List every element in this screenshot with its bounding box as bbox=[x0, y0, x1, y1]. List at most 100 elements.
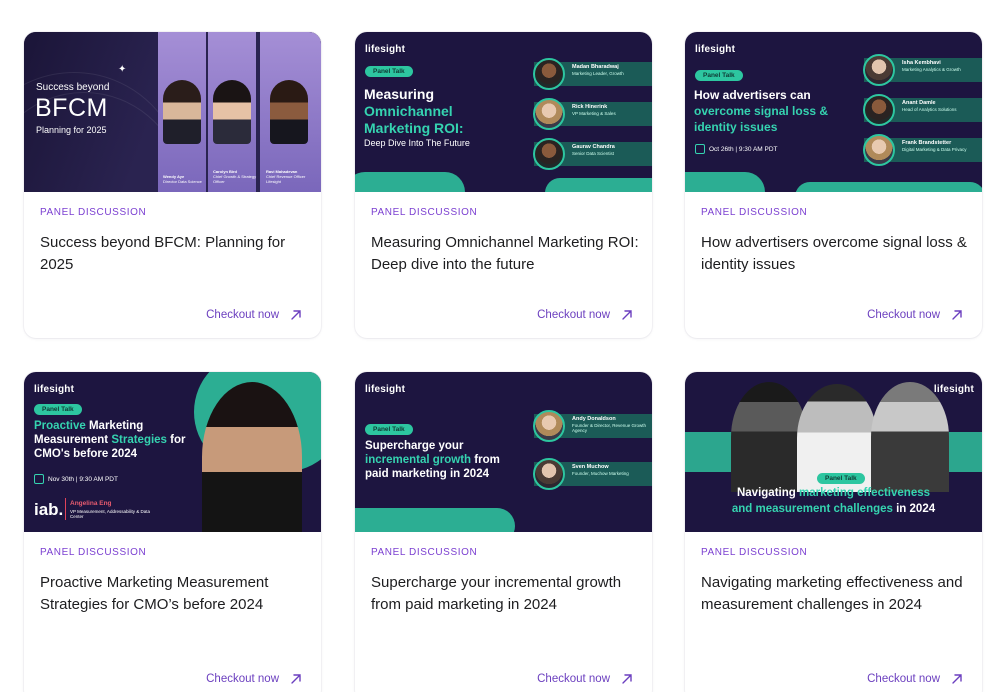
card-thumbnail[interactable]: lifesight Panel Talk Navigating marketin… bbox=[685, 372, 982, 532]
arrow-up-right-icon bbox=[291, 310, 301, 320]
card-category: PANEL DISCUSSION bbox=[701, 547, 808, 558]
card-title[interactable]: Navigating marketing effectiveness and m… bbox=[701, 572, 971, 616]
brand-logo: lifesight bbox=[365, 44, 406, 55]
speaker-avatar bbox=[863, 134, 895, 166]
card-thumbnail[interactable]: lifesight Panel Talk Supercharge your in… bbox=[355, 372, 652, 532]
checkout-link[interactable]: Checkout now bbox=[867, 672, 964, 686]
card-title[interactable]: Supercharge your incremental growth from… bbox=[371, 572, 641, 616]
speaker-name: Gaurav Chandra bbox=[572, 144, 615, 150]
card-thumbnail[interactable]: Success beyond BFCM Planning for 2025 ✦ … bbox=[24, 32, 321, 192]
speaker-role: Marketing Analytics & Growth bbox=[902, 67, 961, 72]
speaker-photo bbox=[270, 80, 308, 144]
speaker-role: VP Marketing & Sales bbox=[572, 111, 616, 116]
speaker-photo-panel: Ravi Mahadevan Chief Revenue Officer Life… bbox=[260, 32, 321, 192]
card-category: PANEL DISCUSSION bbox=[701, 207, 808, 218]
speaker-role: Founder, Muchow Marketing bbox=[572, 471, 629, 476]
card-title[interactable]: Success beyond BFCM: Planning for 2025 bbox=[40, 232, 310, 276]
decorative-wave bbox=[795, 182, 982, 192]
thumb-headline-2: Omnichannel bbox=[364, 103, 453, 119]
webinar-card[interactable]: lifesight Panel Talk How advertisers can… bbox=[685, 32, 982, 338]
speaker-photo-panel: Wendy Aye Director Data Science bbox=[158, 32, 206, 192]
decorative-wave bbox=[685, 172, 765, 192]
panel-talk-pill: Panel Talk bbox=[695, 70, 743, 81]
thumb-line1: Success beyond bbox=[36, 82, 110, 93]
checkout-link[interactable]: Checkout now bbox=[206, 308, 303, 322]
speaker-role: Chief Growth & Strategy Officer bbox=[213, 174, 257, 184]
checkout-link[interactable]: Checkout now bbox=[537, 672, 634, 686]
speaker-role: Director Data Science bbox=[163, 179, 202, 184]
decorative-wave bbox=[545, 178, 652, 192]
webinar-card[interactable]: Success beyond BFCM Planning for 2025 ✦ … bbox=[24, 32, 321, 338]
brand-logo: lifesight bbox=[365, 384, 406, 395]
speaker-photo bbox=[202, 382, 302, 532]
speaker-name: Rick Hinerink bbox=[572, 104, 608, 110]
brand-logo: lifesight bbox=[933, 384, 974, 395]
thumb-headline-3: Marketing ROI: bbox=[364, 120, 464, 136]
checkout-label: Checkout now bbox=[206, 673, 279, 685]
card-category: PANEL DISCUSSION bbox=[40, 547, 147, 558]
webinar-card[interactable]: lifesight Panel Talk Proactive Marketing… bbox=[24, 372, 321, 692]
speaker-name: Andy Donaldson bbox=[572, 416, 616, 422]
decorative-wave bbox=[355, 508, 515, 532]
arrow-up-right-icon bbox=[952, 310, 962, 320]
speaker-name: Madan Bharadwaj bbox=[572, 64, 619, 70]
speaker-role: Digital Marketing & Data Privacy bbox=[902, 147, 967, 152]
thumb-headline-1: Supercharge your bbox=[365, 440, 464, 452]
checkout-label: Checkout now bbox=[206, 309, 279, 321]
webinar-card[interactable]: lifesight Panel Talk Navigating marketin… bbox=[685, 372, 982, 692]
webinar-card[interactable]: lifesight Panel Talk Supercharge your in… bbox=[355, 372, 652, 692]
arrow-up-right-icon bbox=[622, 310, 632, 320]
webinar-card[interactable]: lifesight Panel Talk Measuring Omnichann… bbox=[355, 32, 652, 338]
event-date: Oct 26th | 9:30 AM PDT bbox=[695, 144, 778, 154]
checkout-link[interactable]: Checkout now bbox=[867, 308, 964, 322]
checkout-label: Checkout now bbox=[537, 673, 610, 685]
thumb-headline-1: Navigating marketing effectiveness bbox=[736, 487, 931, 499]
speaker-photo bbox=[213, 80, 251, 144]
card-category: PANEL DISCUSSION bbox=[40, 207, 147, 218]
card-title[interactable]: How advertisers overcome signal loss & i… bbox=[701, 232, 971, 276]
event-date: Nov 30th | 9:30 AM PDT bbox=[34, 474, 118, 484]
card-title[interactable]: Proactive Marketing Measurement Strategi… bbox=[40, 572, 310, 616]
brand-logo: lifesight bbox=[695, 44, 736, 55]
brand-logo: lifesight bbox=[34, 384, 75, 395]
panel-talk-pill: Panel Talk bbox=[365, 66, 413, 77]
thumb-headline-4: Deep Dive Into The Future bbox=[364, 138, 470, 148]
calendar-icon bbox=[695, 144, 705, 154]
arrow-up-right-icon bbox=[952, 674, 962, 684]
checkout-link[interactable]: Checkout now bbox=[537, 308, 634, 322]
card-title[interactable]: Measuring Omnichannel Marketing ROI: Dee… bbox=[371, 232, 641, 276]
calendar-icon bbox=[34, 474, 44, 484]
speaker-role: Head of Analytics Solutions bbox=[902, 107, 957, 112]
thumb-headline-2: overcome signal loss & bbox=[694, 104, 829, 118]
thumb-headline-1: How advertisers can bbox=[694, 88, 811, 102]
thumb-headline-3: identity issues bbox=[694, 120, 778, 134]
panel-talk-pill: Panel Talk bbox=[817, 473, 865, 484]
event-date-text: Oct 26th | 9:30 AM PDT bbox=[709, 145, 778, 153]
thumb-headline-1: Measuring bbox=[364, 86, 435, 102]
card-thumbnail[interactable]: lifesight Panel Talk How advertisers can… bbox=[685, 32, 982, 192]
card-thumbnail[interactable]: lifesight Panel Talk Measuring Omnichann… bbox=[355, 32, 652, 192]
arrow-up-right-icon bbox=[291, 674, 301, 684]
speaker-avatar bbox=[533, 410, 565, 442]
thumb-headline-2: Measurement Strategies for bbox=[34, 434, 186, 446]
speaker-name: Anant Damle bbox=[902, 100, 936, 106]
checkout-link[interactable]: Checkout now bbox=[206, 672, 303, 686]
thumb-headline-1: Proactive Marketing bbox=[34, 420, 144, 432]
card-category: PANEL DISCUSSION bbox=[371, 547, 478, 558]
divider bbox=[65, 498, 66, 520]
thumb-line2: BFCM bbox=[35, 94, 108, 122]
card-category: PANEL DISCUSSION bbox=[371, 207, 478, 218]
iab-logo: iab. bbox=[34, 500, 64, 519]
speaker-role: Chief Revenue Officer Lifesight bbox=[266, 174, 306, 184]
speaker-avatar bbox=[863, 94, 895, 126]
checkout-label: Checkout now bbox=[537, 309, 610, 321]
card-thumbnail[interactable]: lifesight Panel Talk Proactive Marketing… bbox=[24, 372, 321, 532]
thumb-headline-3: paid marketing in 2024 bbox=[365, 468, 489, 480]
decorative-wave bbox=[355, 172, 465, 192]
speaker-role: VP Measurement, Addressability & Data Ce… bbox=[70, 509, 150, 519]
thumb-line3: Planning for 2025 bbox=[36, 125, 107, 135]
panel-talk-pill: Panel Talk bbox=[34, 404, 82, 415]
speaker-avatar bbox=[533, 58, 565, 90]
speaker-avatar bbox=[533, 98, 565, 130]
speaker-name: Frank Brandstetter bbox=[902, 140, 952, 146]
